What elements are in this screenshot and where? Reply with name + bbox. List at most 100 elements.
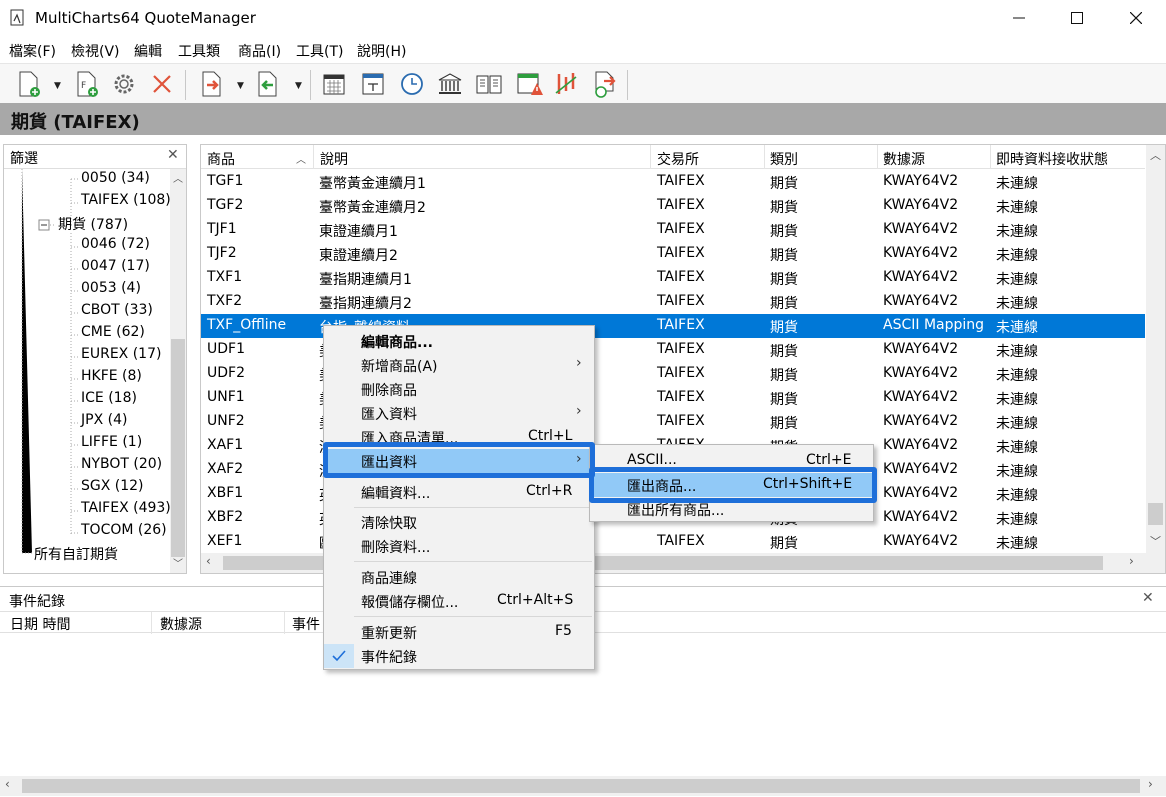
menu-item-symbol-connection[interactable]: 商品連線 xyxy=(324,565,594,589)
tree-item-0047[interactable]: 0047 (17) xyxy=(81,258,150,274)
menu-edit[interactable]: 編輯 xyxy=(134,41,162,61)
session-icon[interactable] xyxy=(358,69,388,99)
menu-instruments[interactable]: 商品(I) xyxy=(238,41,281,61)
column-exchange[interactable]: 交易所 xyxy=(657,149,699,169)
calendar-icon[interactable] xyxy=(319,69,349,99)
menu-item-delete-data[interactable]: 刪除資料... xyxy=(324,534,594,558)
tree-item-cbot[interactable]: CBOT (33) xyxy=(81,302,153,318)
menu-item-import-data[interactable]: 匯入資料 › xyxy=(324,401,594,425)
event-log-close-icon[interactable]: ✕ xyxy=(1142,590,1154,606)
column-symbol[interactable]: 商品 xyxy=(207,149,235,169)
scroll-up-icon[interactable]: ︿ xyxy=(1150,147,1161,163)
table-row[interactable]: TXF1 臺指期連續月1 TAIFEX 期貨 KWAY64V2 未連線 xyxy=(201,266,1145,290)
submenu-item-export-all-symbols[interactable]: 匯出所有商品... xyxy=(590,497,873,521)
menu-item-export-data[interactable]: 匯出資料 › xyxy=(324,449,594,473)
scroll-right-icon[interactable]: › xyxy=(1148,777,1153,791)
chart-tools-icon[interactable] xyxy=(551,69,581,99)
scroll-right-icon[interactable]: › xyxy=(1129,554,1134,568)
cell-status: 未連線 xyxy=(996,296,1038,312)
cell-datasource: KWAY64V2 xyxy=(883,173,959,189)
submenu-item-export-symbols[interactable]: 匯出商品... Ctrl+Shift+E xyxy=(590,473,873,497)
menu-item-import-symbol-list[interactable]: 匯入商品清單... Ctrl+L xyxy=(324,425,594,449)
list-vertical-thumb[interactable] xyxy=(1148,503,1163,525)
scroll-down-icon[interactable]: ﹀ xyxy=(173,555,183,570)
new-symbol-icon[interactable] xyxy=(14,69,44,99)
tree-item-custom-futures[interactable]: 所有自訂期貨 xyxy=(34,544,118,564)
tree-item-0053[interactable]: 0053 (4) xyxy=(81,280,141,296)
cell-exchange: TAIFEX xyxy=(657,221,705,237)
tree-item-futures[interactable]: 期貨 (787) xyxy=(58,214,128,234)
menu-item-label: 事件紀錄 xyxy=(361,650,417,666)
tree-item-hkfe[interactable]: HKFE (8) xyxy=(81,368,142,384)
scroll-left-icon[interactable]: ‹ xyxy=(5,777,10,791)
table-row[interactable]: TXF2 臺指期連續月2 TAIFEX 期貨 KWAY64V2 未連線 xyxy=(201,290,1145,314)
tree-item-tocom[interactable]: TOCOM (26) xyxy=(81,522,167,538)
menu-item-refresh[interactable]: 重新更新 F5 xyxy=(324,620,594,644)
import-dropdown-icon[interactable]: ▼ xyxy=(237,81,244,91)
new-dropdown-icon[interactable]: ▼ xyxy=(54,81,61,91)
table-row[interactable]: TGF1 臺幣黃金連續月1 TAIFEX 期貨 KWAY64V2 未連線 xyxy=(201,170,1145,194)
scroll-down-icon[interactable]: ﹀ xyxy=(1150,533,1161,549)
list-vertical-scrollbar[interactable]: ︿ ﹀ xyxy=(1146,145,1165,573)
menu-tools[interactable]: 工具(T) xyxy=(296,41,343,61)
book-icon[interactable] xyxy=(474,69,504,99)
close-button[interactable] xyxy=(1113,0,1159,36)
menu-item-delete-symbol[interactable]: 刪除商品 xyxy=(324,377,594,401)
tree-item-sgx[interactable]: SGX (12) xyxy=(81,478,144,494)
submenu-item-ascii[interactable]: ASCII... Ctrl+E xyxy=(590,449,873,473)
exchange-bank-icon[interactable] xyxy=(435,69,465,99)
delete-icon[interactable] xyxy=(147,69,177,99)
menu-item-event-log[interactable]: 事件紀錄 xyxy=(324,644,594,668)
filter-scroll-thumb[interactable] xyxy=(171,339,185,557)
event-log-scrollbar[interactable]: ‹ › xyxy=(0,776,1166,796)
tree-item-taifex-futures[interactable]: TAIFEX (493) xyxy=(81,500,171,516)
tree-item-ice[interactable]: ICE (18) xyxy=(81,390,137,406)
tree-item-liffe[interactable]: LIFFE (1) xyxy=(81,434,142,450)
maximize-button[interactable] xyxy=(1054,0,1100,36)
tree-item-0046[interactable]: 0046 (72) xyxy=(81,236,150,252)
menu-help[interactable]: 說明(H) xyxy=(357,41,406,61)
menu-item-edit-data[interactable]: 編輯資料... Ctrl+R xyxy=(324,480,594,504)
menu-tool-classes[interactable]: 工具類 xyxy=(178,41,220,61)
menu-item-quote-storage-fields[interactable]: 報價儲存欄位... Ctrl+Alt+S xyxy=(324,589,594,613)
column-datasource[interactable]: 數據源 xyxy=(883,149,925,169)
menu-item-clear-cache[interactable]: 清除快取 xyxy=(324,510,594,534)
settings-gear-icon[interactable] xyxy=(109,69,139,99)
tree-item-cme[interactable]: CME (62) xyxy=(81,324,145,340)
menu-item-label: 新增商品(A) xyxy=(361,359,438,375)
table-row[interactable]: TJF1 東證連續月1 TAIFEX 期貨 KWAY64V2 未連線 xyxy=(201,218,1145,242)
add-data-icon[interactable]: F xyxy=(72,69,102,99)
event-log-scroll-thumb[interactable] xyxy=(22,779,1140,793)
tree-item-jpx[interactable]: JPX (4) xyxy=(81,412,127,428)
minimize-button[interactable] xyxy=(996,0,1042,36)
menu-item-add-symbol[interactable]: 新增商品(A) › xyxy=(324,353,594,377)
clock-icon[interactable] xyxy=(397,69,427,99)
filter-scrollbar[interactable]: ︿ ﹀ xyxy=(170,169,186,573)
menu-view[interactable]: 檢視(V) xyxy=(71,41,120,61)
menu-file[interactable]: 檔案(F) xyxy=(9,41,56,61)
column-event[interactable]: 事件 xyxy=(292,614,320,634)
table-row[interactable]: TJF2 東證連續月2 TAIFEX 期貨 KWAY64V2 未連線 xyxy=(201,242,1145,266)
tree-item-0050[interactable]: 0050 (34) xyxy=(81,170,150,186)
column-datetime[interactable]: 日期 時間 xyxy=(10,614,70,634)
export-icon[interactable] xyxy=(253,69,283,99)
column-realtime-status[interactable]: 即時資料接收狀態 xyxy=(996,149,1108,169)
export-schedule-icon[interactable] xyxy=(590,69,620,99)
column-separator xyxy=(877,145,878,169)
calendar-warning-icon[interactable] xyxy=(514,69,544,99)
tree-item-taifex[interactable]: TAIFEX (108) xyxy=(81,192,171,208)
table-row[interactable]: TGF2 臺幣黃金連續月2 TAIFEX 期貨 KWAY64V2 未連線 xyxy=(201,194,1145,218)
column-category[interactable]: 類別 xyxy=(770,149,798,169)
tree-item-nybot[interactable]: NYBOT (20) xyxy=(81,456,162,472)
export-dropdown-icon[interactable]: ▼ xyxy=(295,81,302,91)
tree-item-eurex[interactable]: EUREX (17) xyxy=(81,346,161,362)
scroll-left-icon[interactable]: ‹ xyxy=(206,554,211,568)
column-log-datasource[interactable]: 數據源 xyxy=(160,614,202,634)
menu-item-edit-symbol[interactable]: 編輯商品... xyxy=(324,329,594,353)
filter-close-icon[interactable]: ✕ xyxy=(167,147,179,163)
scroll-up-icon[interactable]: ︿ xyxy=(173,170,183,185)
import-icon[interactable] xyxy=(197,69,227,99)
column-description[interactable]: 說明 xyxy=(320,149,348,169)
minimize-icon xyxy=(1013,17,1025,19)
cell-category: 期貨 xyxy=(770,368,798,384)
